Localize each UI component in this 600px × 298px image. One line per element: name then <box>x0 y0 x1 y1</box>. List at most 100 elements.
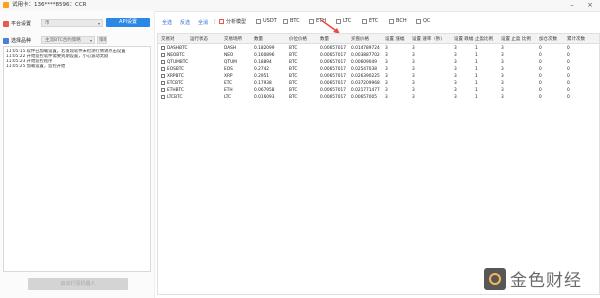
table-cell: 0.037209968 <box>351 81 380 86</box>
start-robot-button[interactable]: 启动行情机器人 <box>28 278 128 290</box>
app-icon <box>3 2 9 8</box>
row-checkbox[interactable] <box>161 53 165 57</box>
table-row[interactable]: EOSBTC EOS 0.2742 BTC 0.00657017 0.02547038 3 3… <box>158 66 599 73</box>
row-checkbox[interactable] <box>161 88 165 92</box>
strategy-select[interactable]: 主流BTC合约策略 ▾ <box>41 36 95 44</box>
platform-select[interactable]: 币 ▾ <box>41 19 103 27</box>
header-cell[interactable]: 交易对 <box>161 36 175 42</box>
table-cell: 0 <box>539 81 542 86</box>
checkbox-btc[interactable]: BTC <box>283 18 300 24</box>
table-cell: 1 <box>475 46 478 51</box>
table-row[interactable]: LTCBTC LTC 0.016093 BTC 0.00657017 0.00657005… <box>158 94 599 101</box>
header-cell[interactable]: 设置 止盈 比例 <box>501 36 531 42</box>
close-button[interactable]: × <box>584 0 596 10</box>
table-row[interactable]: ETHBTC ETH 0.067958 BTC 0.00657017 0.02177147… <box>158 87 599 94</box>
table-cell: 0.067958 <box>254 88 275 93</box>
table-cell: 0.02547038 <box>351 67 377 72</box>
checkbox-etc[interactable]: ETC <box>362 18 378 24</box>
table-cell: 3 <box>412 88 415 93</box>
filter-model-checkbox[interactable]: 分析模型 <box>219 18 246 25</box>
table-cell: ETHBTC <box>161 88 184 93</box>
strategy-row: 选择品种 <box>3 37 31 44</box>
header-cell[interactable]: 买盘价格 <box>351 36 369 42</box>
table-cell: 0 <box>567 74 570 79</box>
checkbox-label: QC <box>423 18 431 24</box>
strategy-button[interactable]: 策略 <box>97 36 107 44</box>
table-cell: 3 <box>454 53 457 58</box>
table-row[interactable]: ETCBTC ETC 0.17938 BTC 0.00657017 0.037209968… <box>158 80 599 87</box>
table-cell: 0 <box>567 95 570 100</box>
header-cell[interactable]: 累计次数 <box>567 36 585 42</box>
api-settings-button[interactable]: API设置 <box>106 18 150 27</box>
table-cell: BTC <box>289 88 298 93</box>
table-row[interactable]: NEOBTC NEO 0.160896 BTC 0.00657017 0.00388770… <box>158 52 599 59</box>
row-checkbox[interactable] <box>161 46 165 50</box>
header-cell[interactable]: 加仓次数 <box>539 36 557 42</box>
table-cell: 0 <box>539 95 542 100</box>
table-row[interactable]: DASHBTC DASH 0.182099 BTC 0.00657017 0.014789… <box>158 45 599 52</box>
table-cell: 0.00657017 <box>320 46 346 51</box>
table-cell: 0.016093 <box>254 95 275 100</box>
row-checkbox[interactable] <box>161 74 165 78</box>
watermark: 金色财经 <box>484 266 582 291</box>
pair-name: NEOBTC <box>167 53 185 58</box>
filter-label: 分析模型 <box>226 19 247 25</box>
invert-select-link[interactable]: 反选 <box>180 19 190 26</box>
pairs-table[interactable]: 交易对 运行状态 交易场所 数量 价位价格 数量 买盘价格 设置 涨幅 设置 速… <box>157 33 600 295</box>
pair-name: XRPBTC <box>167 74 184 79</box>
row-checkbox[interactable] <box>161 95 165 99</box>
table-cell: 0.014789724 <box>351 46 380 51</box>
row-checkbox[interactable] <box>161 60 165 64</box>
table-cell: 1 <box>475 60 478 65</box>
strategy-label: 选择品种 <box>11 38 32 44</box>
table-cell: ETH <box>224 88 233 93</box>
table-cell: 3 <box>385 81 388 86</box>
minimize-button[interactable]: – <box>566 0 578 10</box>
checkbox-label: BCH <box>396 18 407 24</box>
row-checkbox[interactable] <box>161 67 165 71</box>
checkbox-bch[interactable]: BCH <box>389 18 407 24</box>
header-cell[interactable]: 设置 速率（秒） <box>412 36 445 42</box>
header-cell[interactable]: 止盈比例 <box>475 36 493 42</box>
table-cell: 0 <box>567 60 570 65</box>
checkbox-icon <box>416 18 421 24</box>
log-panel[interactable]: 11:05:15 软件已加载设置，若发现软件未检测行情请点击设置 11:05:2… <box>3 46 151 272</box>
checkbox-icon <box>309 18 314 24</box>
chevron-down-icon: ▾ <box>89 38 92 43</box>
table-cell: 3 <box>412 95 415 100</box>
left-panel: 平台设置 币 ▾ API设置 选择品种 主流BTC合约策略 ▾ 策略 11:05… <box>0 11 155 298</box>
table-cell: 0 <box>567 67 570 72</box>
table-cell: 3 <box>385 46 388 51</box>
table-cell: DASH <box>224 46 237 51</box>
table-cell: 0 <box>567 53 570 58</box>
table-cell: QTUM <box>224 60 237 65</box>
table-row[interactable]: XRPBTC XRP 0.2951 BTC 0.00657017 0.026390225 3… <box>158 73 599 80</box>
clear-select-link[interactable]: 全消 <box>198 19 208 26</box>
table-cell: BTC <box>289 46 298 51</box>
checkbox-usdt[interactable]: USDT <box>256 18 277 24</box>
table-cell: 0 <box>567 88 570 93</box>
select-all-link[interactable]: 全选 <box>162 19 172 26</box>
checkbox-qc[interactable]: QC <box>416 18 430 24</box>
header-cell[interactable]: 设置 跌幅 <box>454 36 473 42</box>
table-cell: 3 <box>412 60 415 65</box>
table-cell: 3 <box>412 81 415 86</box>
table-cell: QTUMBTC <box>161 60 188 65</box>
table-cell: BTC <box>289 95 298 100</box>
table-row[interactable]: QTUMBTC QTUM 0.18894 BTC 0.00657017 0.0060904… <box>158 59 599 66</box>
table-cell: DASHBTC <box>161 46 187 51</box>
strategy-icon <box>3 37 9 44</box>
header-cell[interactable]: 交易场所 <box>224 36 242 42</box>
table-cell: 3 <box>454 95 457 100</box>
strategy-value: 主流BTC合约策略 <box>45 38 81 43</box>
header-cell[interactable]: 数量 <box>254 36 263 42</box>
header-cell[interactable]: 运行状态 <box>190 36 208 42</box>
table-cell: 0.00657017 <box>320 67 346 72</box>
log-line: 11:05:25 加载设置，监控开始 <box>6 64 66 69</box>
table-cell: 0.003887702 <box>351 53 380 58</box>
header-cell[interactable]: 设置 涨幅 <box>385 36 404 42</box>
table-cell: 0.00657005 <box>351 95 377 100</box>
header-cell[interactable]: 数量 <box>320 36 329 42</box>
header-cell[interactable]: 价位价格 <box>289 36 307 42</box>
row-checkbox[interactable] <box>161 81 165 85</box>
